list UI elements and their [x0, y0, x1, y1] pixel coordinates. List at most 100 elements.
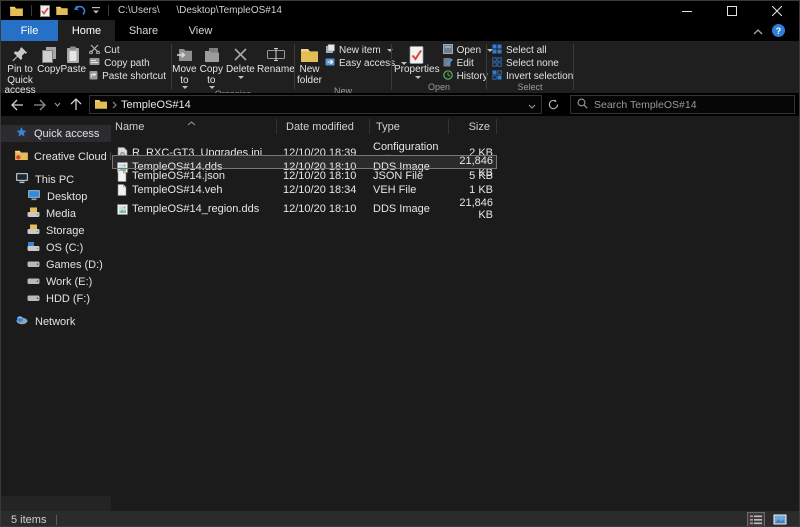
sidebar-item-hdd-f[interactable]: HDD (F:): [1, 290, 111, 307]
close-button[interactable]: [754, 1, 799, 20]
copy-path-button[interactable]: Copy path: [86, 57, 169, 69]
document-file-icon: [112, 184, 132, 196]
details-view-button[interactable]: [747, 512, 765, 527]
delete-icon: [233, 44, 248, 65]
rename-icon: [267, 44, 285, 65]
ribbon-group-clipboard: Pin to Quick access Copy Paste: [1, 41, 171, 93]
tab-view[interactable]: View: [172, 20, 229, 41]
file-row[interactable]: TempleOS#14_region.dds 12/10/20 18:10 DD…: [112, 197, 497, 211]
tab-home[interactable]: Home: [58, 20, 115, 41]
document-file-icon: [112, 170, 132, 182]
history-icon: [443, 70, 453, 83]
thumbnail-view-button[interactable]: [771, 512, 789, 527]
copy-to-button[interactable]: Copy to: [200, 42, 223, 89]
cut-button[interactable]: Cut: [86, 44, 169, 56]
select-none-button[interactable]: Select none: [489, 57, 576, 69]
rename-button[interactable]: Rename: [258, 42, 294, 76]
copy-path-icon: [89, 57, 100, 69]
caption-buttons: [664, 1, 799, 20]
sidebar-item-label: Quick access: [34, 128, 99, 140]
column-separator[interactable]: [496, 119, 497, 134]
ribbon-group-new: New folder New item Easy acces: [295, 41, 391, 93]
qat-properties-icon[interactable]: [40, 5, 50, 17]
select-all-icon: [492, 44, 502, 57]
search-box[interactable]: [570, 95, 795, 114]
maximize-button[interactable]: [709, 1, 754, 20]
properties-button[interactable]: Properties: [394, 42, 440, 79]
file-name: TempleOS#14_region.dds: [132, 203, 283, 215]
navigation-pane: Quick access Creative Cloud Files This P…: [1, 116, 111, 511]
sidebar-item-games-d[interactable]: Games (D:): [1, 256, 111, 273]
address-bar[interactable]: TempleOS#14: [89, 95, 542, 114]
paste-icon: [66, 44, 80, 65]
tab-file[interactable]: File: [1, 20, 58, 41]
pin-to-quick-access-button[interactable]: Pin to Quick access: [3, 42, 37, 97]
minimize-button[interactable]: [664, 1, 709, 20]
qat-undo-icon[interactable]: [74, 5, 86, 16]
file-row[interactable]: TempleOS#14.dds 12/10/20 18:10 DDS Image…: [112, 155, 497, 169]
sidebar-item-this-pc[interactable]: This PC: [1, 171, 111, 188]
up-button[interactable]: [64, 95, 87, 115]
drive-icon: [27, 207, 40, 221]
image-file-icon: [112, 204, 132, 215]
window-folder-icon: [10, 6, 23, 16]
desktop-icon: [27, 189, 41, 204]
move-to-button[interactable]: Move to: [172, 42, 196, 89]
button-label: New item: [339, 45, 381, 56]
sidebar-item-label: This PC: [35, 174, 74, 186]
sidebar-item-label: Network: [35, 316, 75, 328]
breadcrumb-chevron-icon: [112, 96, 117, 114]
button-label: History: [457, 71, 488, 82]
sidebar-item-quick-access[interactable]: Quick access: [1, 125, 111, 142]
file-row[interactable]: TempleOS#14.veh 12/10/20 18:34 VEH File …: [112, 183, 497, 197]
button-label: Invert selection: [506, 71, 573, 82]
column-header-size[interactable]: Size: [451, 116, 496, 138]
column-separator[interactable]: [369, 119, 370, 134]
column-header-name[interactable]: Name: [111, 116, 282, 138]
file-date: 12/10/20 18:34: [283, 184, 373, 196]
sidebar-item-creative-cloud-files[interactable]: Creative Cloud Files: [1, 148, 111, 165]
forward-button[interactable]: [28, 95, 51, 115]
file-row[interactable]: TempleOS#14.json 12/10/20 18:10 JSON Fil…: [112, 169, 497, 183]
item-count: 5 items: [11, 514, 46, 526]
recent-locations-dropdown-icon[interactable]: [51, 95, 64, 115]
ribbon-separator: [573, 44, 574, 90]
column-separator[interactable]: [276, 119, 277, 134]
column-header-type[interactable]: Type: [372, 116, 451, 138]
column-separator[interactable]: [448, 119, 449, 134]
new-folder-button[interactable]: New folder: [297, 42, 322, 86]
network-icon: [15, 315, 29, 329]
sidebar-horizontal-scrollbar[interactable]: [1, 496, 111, 511]
refresh-icon[interactable]: [542, 95, 564, 114]
paste-button[interactable]: Paste: [61, 42, 87, 76]
minimize-ribbon-icon[interactable]: [753, 22, 763, 40]
back-button[interactable]: [5, 95, 28, 115]
invert-selection-button[interactable]: Invert selection: [489, 70, 576, 82]
paste-shortcut-button[interactable]: Paste shortcut: [86, 70, 169, 82]
sort-ascending-icon: [187, 117, 196, 129]
breadcrumb[interactable]: TempleOS#14: [121, 99, 191, 111]
properties-icon: [409, 44, 424, 65]
tab-share[interactable]: Share: [115, 20, 172, 41]
qat-new-folder-icon[interactable]: [56, 6, 68, 15]
delete-button[interactable]: Delete: [226, 42, 255, 79]
drive-icon: [27, 276, 40, 288]
file-row[interactable]: R_RXC-GT3_Upgrades.ini 12/10/20 18:39 Co…: [112, 141, 497, 155]
column-header-date-modified[interactable]: Date modified: [282, 116, 372, 138]
pin-icon: [12, 44, 28, 65]
help-icon[interactable]: ?: [772, 24, 785, 37]
select-all-button[interactable]: Select all: [489, 44, 576, 56]
sidebar-item-os-c[interactable]: OS (C:): [1, 239, 111, 256]
search-input[interactable]: [594, 99, 788, 111]
file-name: TempleOS#14.veh: [132, 184, 283, 196]
sidebar-item-storage[interactable]: Storage: [1, 222, 111, 239]
button-label: Copy: [37, 65, 60, 76]
copy-button[interactable]: Copy: [37, 42, 60, 76]
address-dropdown-icon[interactable]: [528, 96, 536, 114]
sidebar-item-work-e[interactable]: Work (E:): [1, 273, 111, 290]
sidebar-item-desktop[interactable]: Desktop: [1, 188, 111, 205]
dropdown-icon: [415, 76, 421, 79]
sidebar-item-network[interactable]: Network: [1, 313, 111, 330]
sidebar-item-media[interactable]: Media: [1, 205, 111, 222]
qat-customize-dropdown-icon[interactable]: [92, 6, 100, 15]
